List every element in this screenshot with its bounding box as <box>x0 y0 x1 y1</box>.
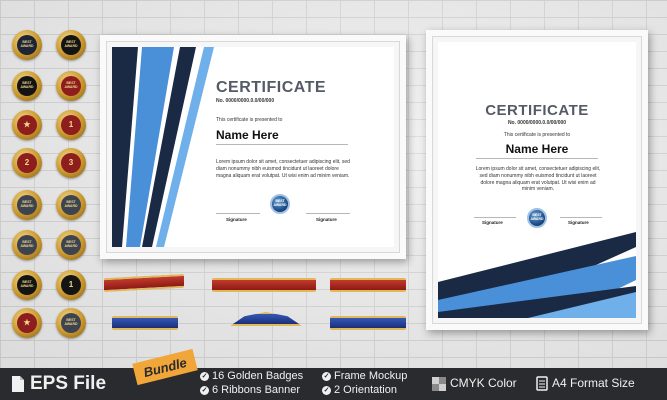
seal-text: BEST AWARD <box>530 213 544 221</box>
badge-award-text: AWARD <box>20 85 34 89</box>
badge-award-text: AWARD <box>64 322 78 326</box>
check-icon: ✓ <box>200 372 209 381</box>
badge-best-award-steel-5: BEST AWARD <box>56 308 86 338</box>
signature-label-left: Signature <box>482 220 503 225</box>
name-underline <box>476 158 598 159</box>
ribbon-blue-flat <box>112 316 178 330</box>
portrait-frame: CERTIFICATE No. 0000/0000.0.0/00/000 Thi… <box>426 30 648 330</box>
recipient-name: Name Here <box>505 142 569 156</box>
best-award-seal-icon: BEST AWARD <box>527 208 547 228</box>
feature-golden-badges: 16 Golden Badges <box>212 370 304 382</box>
landscape-frame: CERTIFICATE No. 0000/0000.0.0/00/000 Thi… <box>100 35 406 259</box>
badge-rank-1-black: 1 <box>56 270 86 300</box>
badge-award-text: AWARD <box>20 44 34 48</box>
badge-best-award-black: BEST AWARD <box>12 71 42 101</box>
seal-text: BEST AWARD <box>273 199 287 207</box>
cmyk-color-label: CMYK Color <box>450 376 517 390</box>
recipient-name: Name Here <box>216 128 279 142</box>
badge-award-text: AWARD <box>64 85 78 89</box>
badge-best-award-steel-3: BEST AWARD <box>56 190 86 220</box>
certificate-title: CERTIFICATE <box>485 102 589 119</box>
badge-award-text: AWARD <box>20 284 34 288</box>
check-icon: ✓ <box>322 372 331 381</box>
best-award-seal-icon: BEST AWARD <box>270 194 290 214</box>
signature-line-left <box>474 217 516 218</box>
feature-ribbons-banner: 6 Ribbons Banner <box>212 384 301 396</box>
presented-to-text: This certificate is presented to <box>503 132 571 138</box>
feature-frame-mockup: Frame Mockup <box>334 370 408 382</box>
footer-bar: EPS File ✓ 16 Golden Badges ✓ 6 Ribbons … <box>0 368 667 400</box>
certificate-title: CERTIFICATE <box>216 79 327 96</box>
ribbon-red-banner <box>212 278 316 292</box>
signature-label-left: Signature <box>226 217 247 222</box>
badge-award-text: AWARD <box>64 244 78 248</box>
badge-rank-3-red: 3 <box>56 148 86 178</box>
certificate-body-text: Lorem ipsum dolor sit amet, consectetuer… <box>475 166 601 193</box>
badge-award-text: AWARD <box>20 204 34 208</box>
badge-best-award-steel-4: BEST AWARD <box>56 230 86 260</box>
certificate-landscape-stripes <box>112 47 214 247</box>
certificate-number: No. 0000/0000.0.0/00/000 <box>507 120 567 126</box>
certificate-portrait: CERTIFICATE No. 0000/0000.0.0/00/000 Thi… <box>438 42 636 318</box>
badge-award-text: AWARD <box>20 244 34 248</box>
badge-best-award-steel: BEST AWARD <box>12 190 42 220</box>
badge-award-text: AWARD <box>64 44 78 48</box>
badge-best-award-navy-ribbon: BEST AWARD <box>56 30 86 60</box>
badge-award-text: AWARD <box>64 204 78 208</box>
name-underline <box>216 144 348 145</box>
a4-format-label: A4 Format Size <box>552 376 635 390</box>
signature-label-right: Signature <box>568 220 589 225</box>
check-icon: ✓ <box>200 386 209 395</box>
ribbon-red-flat <box>330 278 406 292</box>
badge-star-red-2: ★ <box>12 308 42 338</box>
eps-file-label: EPS File <box>30 373 107 394</box>
badge-best-award-navy: BEST AWARD <box>12 30 42 60</box>
badge-rank-1-red: 1 <box>56 110 86 140</box>
signature-line-right <box>306 213 350 214</box>
cmyk-color-icon <box>432 377 446 391</box>
presented-to-text: This certificate is presented to <box>216 117 283 123</box>
ribbon-blue-banner <box>330 316 406 330</box>
certificate-body-text: Lorem ipsum dolor sit amet, consectetuer… <box>216 159 350 179</box>
document-icon <box>536 376 548 391</box>
badge-best-award-steel-2: BEST AWARD <box>12 230 42 260</box>
signature-line-right <box>560 217 602 218</box>
file-icon <box>12 376 24 392</box>
certificate-number: No. 0000/0000.0.0/00/000 <box>216 98 275 104</box>
badge-best-award-black-2: BEST AWARD <box>12 270 42 300</box>
certificate-landscape: CERTIFICATE No. 0000/0000.0.0/00/000 Thi… <box>112 47 394 247</box>
signature-label-right: Signature <box>316 217 337 222</box>
feature-orientation: 2 Orientation <box>334 384 397 396</box>
signature-line-left <box>216 213 260 214</box>
badge-best-award-red: BEST AWARD <box>56 71 86 101</box>
check-icon: ✓ <box>322 386 331 395</box>
badge-rank-2-red: 2 <box>12 148 42 178</box>
badge-star-red: ★ <box>12 110 42 140</box>
